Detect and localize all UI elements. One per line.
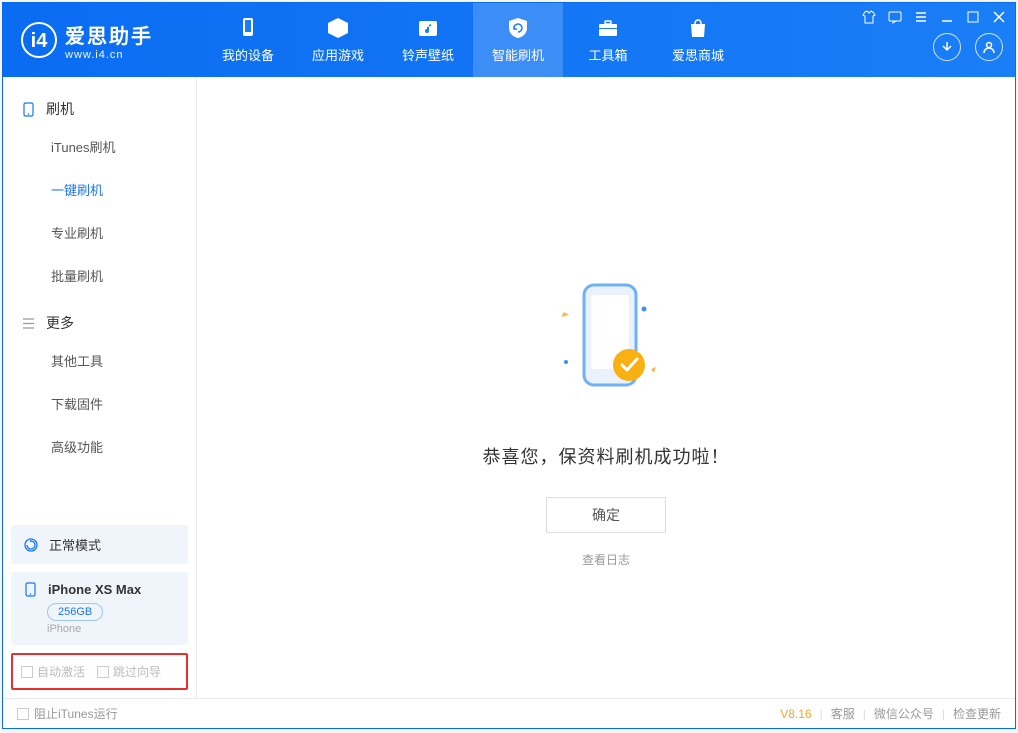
phone-icon	[21, 102, 36, 117]
nav-store[interactable]: 爱思商城	[653, 3, 743, 77]
header-actions	[933, 33, 1003, 61]
device-info-box[interactable]: iPhone XS Max 256GB iPhone	[11, 572, 188, 645]
music-folder-icon	[416, 16, 440, 40]
top-nav: 我的设备 应用游戏 铃声壁纸 智能刷机 工具箱 爱思商城	[203, 3, 743, 77]
nav-label: 爱思商城	[672, 45, 724, 64]
briefcase-icon	[596, 16, 620, 40]
nav-ringtones[interactable]: 铃声壁纸	[383, 3, 473, 77]
nav-label: 应用游戏	[312, 45, 364, 64]
sidebar: 刷机 iTunes刷机 一键刷机 专业刷机 批量刷机 更多 其他工具 下载固件 …	[3, 77, 197, 698]
phone-icon	[23, 582, 38, 597]
check-update-link[interactable]: 检查更新	[953, 705, 1001, 722]
checkbox-label: 自动激活	[37, 663, 85, 680]
nav-my-device[interactable]: 我的设备	[203, 3, 293, 77]
sidebar-bottom: 正常模式 iPhone XS Max 256GB iPhone 自动激活 跳过向…	[3, 525, 196, 698]
mode-label: 正常模式	[49, 535, 101, 554]
wechat-link[interactable]: 微信公众号	[874, 705, 934, 722]
brand-name: 爱思助手	[65, 20, 153, 49]
list-icon	[21, 316, 36, 331]
nav-label: 智能刷机	[492, 45, 544, 64]
svg-text:i4: i4	[31, 30, 49, 52]
section-label: 刷机	[46, 99, 74, 119]
view-log-link[interactable]: 查看日志	[582, 551, 630, 568]
feedback-icon[interactable]	[887, 9, 903, 25]
success-illustration	[506, 267, 706, 417]
body: 刷机 iTunes刷机 一键刷机 专业刷机 批量刷机 更多 其他工具 下载固件 …	[3, 77, 1015, 698]
shield-refresh-icon	[506, 16, 530, 40]
sidebar-item-batch-flash[interactable]: 批量刷机	[51, 254, 196, 297]
sidebar-item-download-firmware[interactable]: 下载固件	[51, 382, 196, 425]
download-button[interactable]	[933, 33, 961, 61]
sidebar-item-other-tools[interactable]: 其他工具	[51, 339, 196, 382]
download-icon	[940, 40, 954, 54]
maximize-icon[interactable]	[965, 9, 981, 25]
brand-url: www.i4.cn	[65, 49, 153, 61]
nav-apps-games[interactable]: 应用游戏	[293, 3, 383, 77]
sidebar-item-pro-flash[interactable]: 专业刷机	[51, 211, 196, 254]
device-subtype: iPhone	[47, 623, 176, 635]
menu-icon[interactable]	[913, 9, 929, 25]
checkbox-icon	[97, 666, 109, 678]
logo-area: i4 爱思助手 www.i4.cn	[3, 20, 203, 61]
cube-icon	[326, 16, 350, 40]
section-label: 更多	[46, 313, 74, 333]
checkbox-auto-activate[interactable]: 自动激活	[21, 663, 85, 680]
nav-label: 我的设备	[222, 45, 274, 64]
sidebar-item-advanced[interactable]: 高级功能	[51, 425, 196, 468]
sidebar-item-itunes-flash[interactable]: iTunes刷机	[51, 125, 196, 168]
nav-smart-flash[interactable]: 智能刷机	[473, 3, 563, 77]
sidebar-item-oneclick-flash[interactable]: 一键刷机	[51, 168, 196, 211]
device-icon	[236, 16, 260, 40]
app-window: i4 爱思助手 www.i4.cn 我的设备 应用游戏 铃声壁纸 智能刷机	[2, 2, 1016, 729]
main-content: 恭喜您，保资料刷机成功啦！ 确定 查看日志	[197, 77, 1015, 698]
separator: |	[820, 707, 823, 721]
checkbox-label: 跳过向导	[113, 663, 161, 680]
device-storage: 256GB	[47, 603, 103, 621]
sidebar-section-more: 更多	[3, 307, 196, 339]
status-bar: 阻止iTunes运行 V8.16 | 客服 | 微信公众号 | 检查更新	[3, 698, 1015, 728]
version-label: V8.16	[780, 707, 811, 721]
success-message: 恭喜您，保资料刷机成功啦！	[483, 443, 730, 469]
nav-label: 工具箱	[588, 45, 627, 64]
refresh-icon	[23, 537, 39, 553]
user-icon	[982, 40, 996, 54]
header: i4 爱思助手 www.i4.cn 我的设备 应用游戏 铃声壁纸 智能刷机	[3, 3, 1015, 77]
separator: |	[863, 707, 866, 721]
more-items: 其他工具 下载固件 高级功能	[3, 339, 196, 468]
shirt-icon[interactable]	[861, 9, 877, 25]
separator: |	[942, 707, 945, 721]
device-mode-box[interactable]: 正常模式	[11, 525, 188, 564]
minimize-icon[interactable]	[939, 9, 955, 25]
user-button[interactable]	[975, 33, 1003, 61]
checkbox-label: 阻止iTunes运行	[34, 705, 118, 722]
checkbox-icon	[17, 708, 29, 720]
shopping-bag-icon	[686, 16, 710, 40]
checkbox-icon	[21, 666, 33, 678]
support-link[interactable]: 客服	[831, 705, 855, 722]
close-icon[interactable]	[991, 9, 1007, 25]
phone-success-icon	[506, 267, 706, 417]
ok-button[interactable]: 确定	[546, 497, 666, 533]
app-logo-icon: i4	[21, 22, 57, 58]
window-controls	[861, 9, 1007, 25]
flash-items: iTunes刷机 一键刷机 专业刷机 批量刷机	[3, 125, 196, 297]
nav-toolbox[interactable]: 工具箱	[563, 3, 653, 77]
device-name: iPhone XS Max	[48, 582, 141, 597]
checkbox-block-itunes[interactable]: 阻止iTunes运行	[17, 705, 118, 722]
checkbox-skip-guide[interactable]: 跳过向导	[97, 663, 161, 680]
nav-label: 铃声壁纸	[402, 45, 454, 64]
sidebar-section-flash: 刷机	[3, 93, 196, 125]
options-highlight-box: 自动激活 跳过向导	[11, 653, 188, 690]
